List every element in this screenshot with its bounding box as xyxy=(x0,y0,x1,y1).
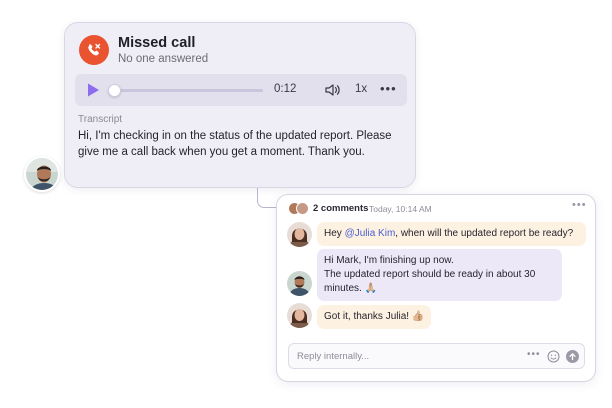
play-button[interactable] xyxy=(85,82,101,98)
avatar xyxy=(296,202,309,215)
volume-icon xyxy=(325,84,340,96)
emoji-icon[interactable] xyxy=(547,350,560,363)
comments-panel: 2 comments Today, 10:14 AM ••• Hey @Juli… xyxy=(276,194,596,382)
reply-more-button[interactable]: ••• xyxy=(527,349,541,360)
message-line: Hi Mark, I'm finishing up now. xyxy=(324,255,454,266)
playback-speed-button[interactable]: 1x xyxy=(355,83,367,95)
participant-avatars xyxy=(288,202,310,216)
player-more-button[interactable]: ••• xyxy=(380,81,397,96)
call-subtitle: No one answered xyxy=(118,53,209,65)
caller-avatar xyxy=(24,156,60,192)
message-text: Got it, thanks Julia! 👍🏼 xyxy=(324,311,425,322)
message-line: The updated report should be ready in ab… xyxy=(324,269,536,294)
reply-placeholder: Reply internally... xyxy=(297,351,370,362)
mention-link[interactable]: @Julia Kim xyxy=(345,228,396,239)
missed-call-card: Missed call No one answered 0:12 1x ••• … xyxy=(64,22,416,188)
comment-count: 2 comments xyxy=(313,203,369,214)
avatar-julia xyxy=(287,303,312,328)
audio-player: 0:12 1x ••• xyxy=(75,74,407,106)
message-text-start: Hey xyxy=(324,228,345,239)
call-title: Missed call xyxy=(118,35,196,51)
progress-track[interactable] xyxy=(115,89,263,92)
comments-more-button[interactable]: ••• xyxy=(572,199,587,211)
transcript-label: Transcript xyxy=(78,114,123,125)
send-button[interactable] xyxy=(566,350,579,363)
list-item: Hi Mark, I'm finishing up now. The updat… xyxy=(317,249,562,301)
reply-input[interactable]: Reply internally... ••• xyxy=(288,343,585,369)
missed-call-icon xyxy=(79,35,109,65)
avatar-julia xyxy=(287,222,312,247)
comment-timestamp: Today, 10:14 AM xyxy=(369,203,432,214)
volume-button[interactable] xyxy=(324,82,341,98)
progress-knob[interactable] xyxy=(108,84,121,97)
play-icon xyxy=(88,83,99,97)
avatar-mark xyxy=(287,271,312,296)
message-text-end: , when will the updated report be ready? xyxy=(395,228,574,239)
playback-time: 0:12 xyxy=(274,83,297,95)
transcript-text: Hi, I'm checking in on the status of the… xyxy=(78,130,392,158)
list-item: Hey @Julia Kim, when will the updated re… xyxy=(317,222,586,246)
arrow-up-icon xyxy=(569,353,576,361)
list-item: Got it, thanks Julia! 👍🏼 xyxy=(317,305,432,329)
